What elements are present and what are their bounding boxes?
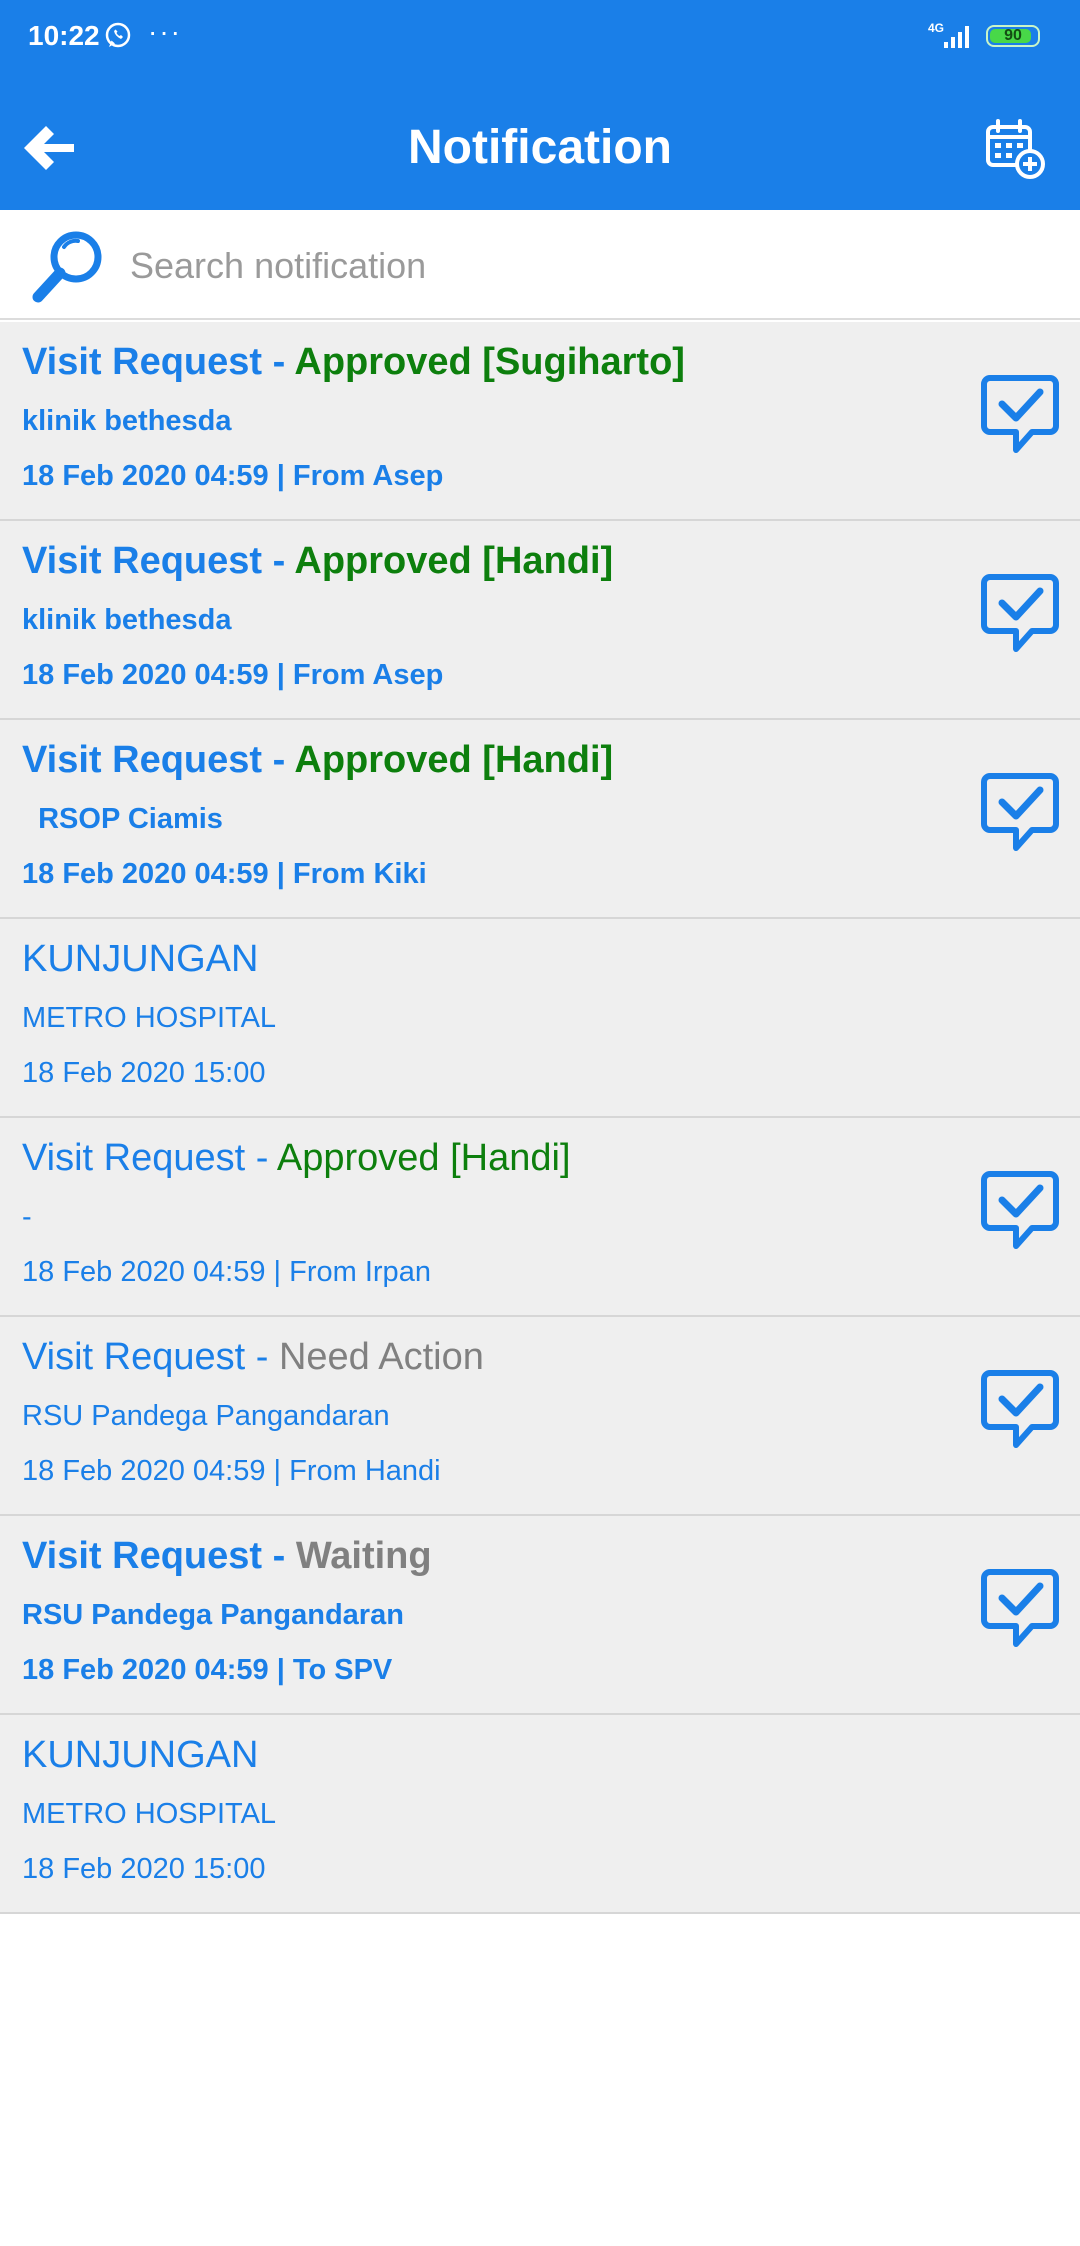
status-bar: 10:22 ··· 4G 90 bbox=[0, 0, 1080, 72]
page-title: Notification bbox=[408, 121, 672, 174]
mark-read-check-icon[interactable] bbox=[980, 1170, 1060, 1252]
notification-subtitle: METRO HOSPITAL bbox=[22, 1002, 277, 1034]
notification-title: Visit Request - Approved [Sugiharto] bbox=[22, 338, 685, 386]
notification-type: KUNJUNGAN bbox=[22, 1734, 259, 1776]
status-time: 10:22 bbox=[28, 20, 100, 51]
notification-meta: 18 Feb 2020 15:00 bbox=[22, 1057, 266, 1089]
notification-meta: 18 Feb 2020 04:59 | From Irpan bbox=[22, 1256, 431, 1288]
notification-title: KUNJUNGAN bbox=[22, 1731, 258, 1779]
notification-type: Visit Request - bbox=[22, 1336, 279, 1378]
signal-icon bbox=[944, 26, 969, 48]
whatsapp-icon bbox=[105, 22, 131, 48]
battery-level-text: 90 bbox=[1004, 27, 1022, 44]
calendar-add-icon[interactable] bbox=[984, 118, 1046, 180]
notification-type: Visit Request - bbox=[22, 540, 295, 582]
notification-type: Visit Request - bbox=[22, 1137, 277, 1179]
notification-meta: 18 Feb 2020 04:59 | From Asep bbox=[22, 659, 444, 691]
notification-item[interactable]: KUNJUNGAN METRO HOSPITAL 18 Feb 2020 15:… bbox=[0, 919, 1080, 1118]
notification-item[interactable]: KUNJUNGAN METRO HOSPITAL 18 Feb 2020 15:… bbox=[0, 1715, 1080, 1914]
battery-indicator: 90 bbox=[986, 25, 1040, 47]
app-bar: 10:22 ··· 4G 90 Notification bbox=[0, 0, 1080, 210]
notification-subtitle: klinik bethesda bbox=[22, 604, 232, 636]
notification-status: Approved [Handi] bbox=[294, 739, 614, 781]
notification-title: Visit Request - Need Action bbox=[22, 1333, 484, 1381]
notification-subtitle: RSU Pandega Pangandaran bbox=[22, 1400, 390, 1432]
mark-read-check-icon[interactable] bbox=[980, 772, 1060, 854]
notification-status: Approved [Sugiharto] bbox=[294, 341, 685, 383]
notification-type: Visit Request - bbox=[22, 739, 295, 781]
notification-status: Waiting bbox=[295, 1535, 432, 1577]
notification-title: Visit Request - Waiting bbox=[22, 1532, 432, 1580]
search-bar bbox=[0, 210, 1080, 320]
notification-type: KUNJUNGAN bbox=[22, 938, 259, 980]
search-input[interactable] bbox=[130, 238, 1030, 294]
notification-meta: 18 Feb 2020 04:59 | From Asep bbox=[22, 460, 444, 492]
mark-read-check-icon[interactable] bbox=[980, 1369, 1060, 1451]
notification-meta: 18 Feb 2020 15:00 bbox=[22, 1853, 266, 1885]
notification-meta: 18 Feb 2020 04:59 | From Kiki bbox=[22, 858, 427, 890]
notification-subtitle: METRO HOSPITAL bbox=[22, 1798, 277, 1830]
notification-item[interactable]: Visit Request - Approved [Handi] RSOP Ci… bbox=[0, 720, 1080, 919]
notification-meta: 18 Feb 2020 04:59 | From Handi bbox=[22, 1455, 441, 1487]
notification-subtitle: RSU Pandega Pangandaran bbox=[22, 1599, 404, 1631]
notification-item[interactable]: Visit Request - Approved [Handi] - 18 Fe… bbox=[0, 1118, 1080, 1317]
notification-list: Visit Request - Approved [Sugiharto] kli… bbox=[0, 322, 1080, 1914]
search-icon bbox=[32, 231, 102, 303]
mark-read-check-icon[interactable] bbox=[980, 573, 1060, 655]
notification-item[interactable]: Visit Request - Waiting RSU Pandega Pang… bbox=[0, 1516, 1080, 1715]
notification-type: Visit Request - bbox=[22, 1535, 296, 1577]
notification-meta: 18 Feb 2020 04:59 | To SPV bbox=[22, 1654, 393, 1686]
notification-item[interactable]: Visit Request - Approved [Sugiharto] kli… bbox=[0, 322, 1080, 521]
notification-subtitle: - bbox=[22, 1201, 32, 1233]
notification-item[interactable]: Visit Request - Approved [Handi] klinik … bbox=[0, 521, 1080, 720]
notification-subtitle: RSOP Ciamis bbox=[22, 803, 223, 835]
notification-status: Approved [Handi] bbox=[294, 540, 614, 582]
notification-item[interactable]: Visit Request - Need Action RSU Pandega … bbox=[0, 1317, 1080, 1516]
notification-title: Visit Request - Approved [Handi] bbox=[22, 736, 613, 784]
notification-subtitle: klinik bethesda bbox=[22, 405, 232, 437]
notification-status: Need Action bbox=[278, 1336, 484, 1378]
notification-title: KUNJUNGAN bbox=[22, 935, 258, 983]
notification-title: Visit Request - Approved [Handi] bbox=[22, 1134, 571, 1182]
status-more-dots: ··· bbox=[148, 16, 182, 47]
notification-title: Visit Request - Approved [Handi] bbox=[22, 537, 613, 585]
notification-type: Visit Request - bbox=[22, 341, 295, 383]
notification-status: Approved [Handi] bbox=[276, 1137, 571, 1179]
mark-read-check-icon[interactable] bbox=[980, 1568, 1060, 1650]
mark-read-check-icon[interactable] bbox=[980, 374, 1060, 456]
